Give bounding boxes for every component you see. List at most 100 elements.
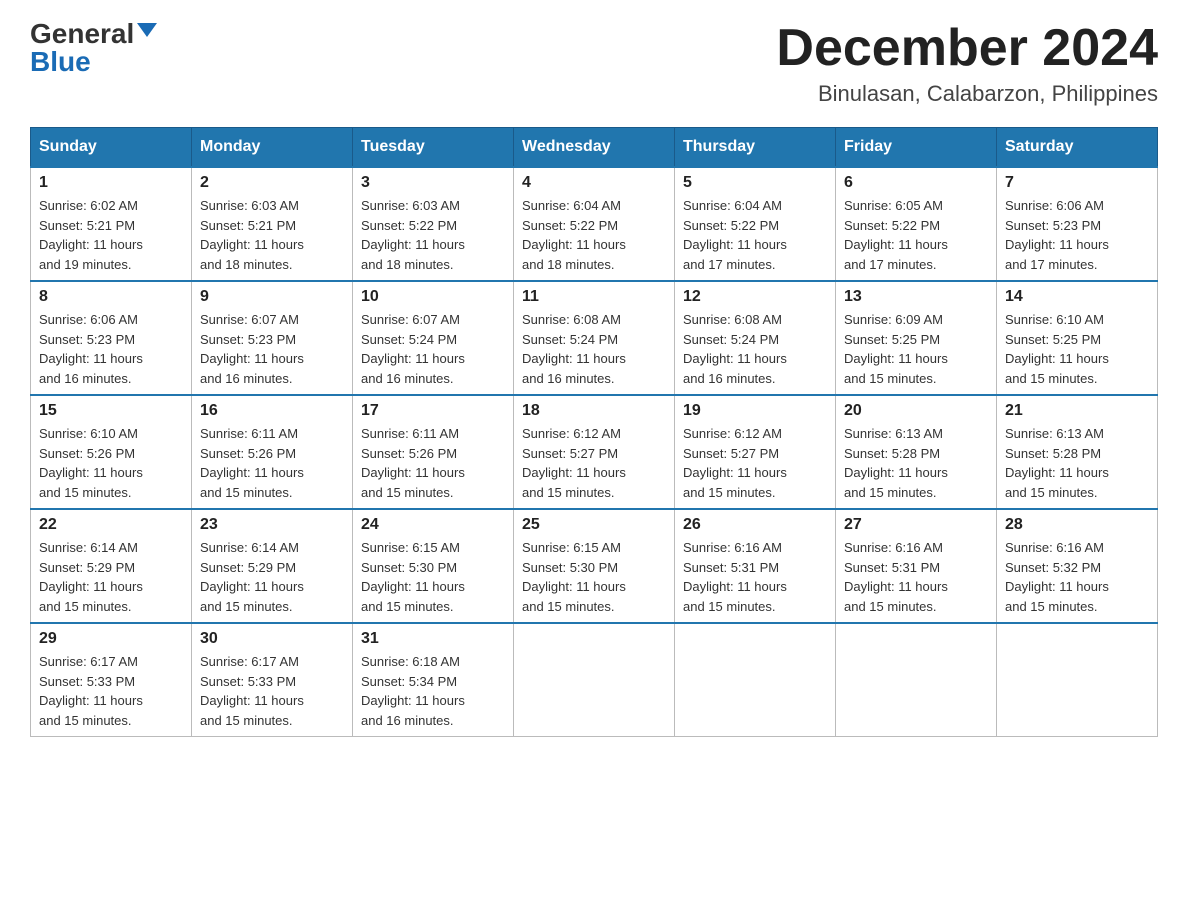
day-number: 12 bbox=[683, 288, 827, 306]
calendar-cell: 9 Sunrise: 6:07 AMSunset: 5:23 PMDayligh… bbox=[192, 281, 353, 395]
day-number: 9 bbox=[200, 288, 344, 306]
day-number: 5 bbox=[683, 174, 827, 192]
calendar-cell: 29 Sunrise: 6:17 AMSunset: 5:33 PMDaylig… bbox=[31, 623, 192, 737]
calendar-cell: 30 Sunrise: 6:17 AMSunset: 5:33 PMDaylig… bbox=[192, 623, 353, 737]
day-number: 30 bbox=[200, 630, 344, 648]
day-info: Sunrise: 6:10 AMSunset: 5:25 PMDaylight:… bbox=[1005, 312, 1109, 386]
day-info: Sunrise: 6:04 AMSunset: 5:22 PMDaylight:… bbox=[683, 198, 787, 272]
day-number: 15 bbox=[39, 402, 183, 420]
header-saturday: Saturday bbox=[997, 128, 1158, 168]
day-info: Sunrise: 6:11 AMSunset: 5:26 PMDaylight:… bbox=[200, 426, 304, 500]
day-number: 7 bbox=[1005, 174, 1149, 192]
calendar-cell: 15 Sunrise: 6:10 AMSunset: 5:26 PMDaylig… bbox=[31, 395, 192, 509]
day-info: Sunrise: 6:02 AMSunset: 5:21 PMDaylight:… bbox=[39, 198, 143, 272]
logo: General Blue bbox=[30, 20, 157, 76]
calendar-cell: 8 Sunrise: 6:06 AMSunset: 5:23 PMDayligh… bbox=[31, 281, 192, 395]
calendar-cell: 20 Sunrise: 6:13 AMSunset: 5:28 PMDaylig… bbox=[836, 395, 997, 509]
calendar-cell: 25 Sunrise: 6:15 AMSunset: 5:30 PMDaylig… bbox=[514, 509, 675, 623]
week-row-2: 8 Sunrise: 6:06 AMSunset: 5:23 PMDayligh… bbox=[31, 281, 1158, 395]
day-info: Sunrise: 6:08 AMSunset: 5:24 PMDaylight:… bbox=[522, 312, 626, 386]
calendar-cell bbox=[997, 623, 1158, 737]
day-info: Sunrise: 6:08 AMSunset: 5:24 PMDaylight:… bbox=[683, 312, 787, 386]
header-monday: Monday bbox=[192, 128, 353, 168]
day-number: 25 bbox=[522, 516, 666, 534]
day-info: Sunrise: 6:15 AMSunset: 5:30 PMDaylight:… bbox=[522, 540, 626, 614]
day-info: Sunrise: 6:17 AMSunset: 5:33 PMDaylight:… bbox=[39, 654, 143, 728]
header-tuesday: Tuesday bbox=[353, 128, 514, 168]
day-number: 26 bbox=[683, 516, 827, 534]
day-number: 1 bbox=[39, 174, 183, 192]
day-info: Sunrise: 6:18 AMSunset: 5:34 PMDaylight:… bbox=[361, 654, 465, 728]
day-info: Sunrise: 6:07 AMSunset: 5:23 PMDaylight:… bbox=[200, 312, 304, 386]
day-info: Sunrise: 6:17 AMSunset: 5:33 PMDaylight:… bbox=[200, 654, 304, 728]
day-number: 8 bbox=[39, 288, 183, 306]
day-info: Sunrise: 6:12 AMSunset: 5:27 PMDaylight:… bbox=[683, 426, 787, 500]
calendar-cell: 6 Sunrise: 6:05 AMSunset: 5:22 PMDayligh… bbox=[836, 167, 997, 281]
day-number: 18 bbox=[522, 402, 666, 420]
day-number: 20 bbox=[844, 402, 988, 420]
calendar-cell: 3 Sunrise: 6:03 AMSunset: 5:22 PMDayligh… bbox=[353, 167, 514, 281]
day-info: Sunrise: 6:15 AMSunset: 5:30 PMDaylight:… bbox=[361, 540, 465, 614]
day-number: 14 bbox=[1005, 288, 1149, 306]
day-number: 13 bbox=[844, 288, 988, 306]
calendar-cell: 26 Sunrise: 6:16 AMSunset: 5:31 PMDaylig… bbox=[675, 509, 836, 623]
title-area: December 2024 Binulasan, Calabarzon, Phi… bbox=[776, 20, 1158, 107]
day-number: 22 bbox=[39, 516, 183, 534]
day-info: Sunrise: 6:13 AMSunset: 5:28 PMDaylight:… bbox=[1005, 426, 1109, 500]
location-title: Binulasan, Calabarzon, Philippines bbox=[776, 81, 1158, 107]
day-number: 4 bbox=[522, 174, 666, 192]
day-info: Sunrise: 6:05 AMSunset: 5:22 PMDaylight:… bbox=[844, 198, 948, 272]
day-number: 19 bbox=[683, 402, 827, 420]
day-info: Sunrise: 6:06 AMSunset: 5:23 PMDaylight:… bbox=[39, 312, 143, 386]
calendar-cell: 21 Sunrise: 6:13 AMSunset: 5:28 PMDaylig… bbox=[997, 395, 1158, 509]
calendar-cell: 18 Sunrise: 6:12 AMSunset: 5:27 PMDaylig… bbox=[514, 395, 675, 509]
day-info: Sunrise: 6:06 AMSunset: 5:23 PMDaylight:… bbox=[1005, 198, 1109, 272]
day-info: Sunrise: 6:14 AMSunset: 5:29 PMDaylight:… bbox=[200, 540, 304, 614]
day-info: Sunrise: 6:03 AMSunset: 5:21 PMDaylight:… bbox=[200, 198, 304, 272]
calendar-table: SundayMondayTuesdayWednesdayThursdayFrid… bbox=[30, 127, 1158, 737]
calendar-cell: 11 Sunrise: 6:08 AMSunset: 5:24 PMDaylig… bbox=[514, 281, 675, 395]
logo-blue-text: Blue bbox=[30, 48, 91, 76]
day-number: 29 bbox=[39, 630, 183, 648]
calendar-cell: 16 Sunrise: 6:11 AMSunset: 5:26 PMDaylig… bbox=[192, 395, 353, 509]
calendar-cell: 28 Sunrise: 6:16 AMSunset: 5:32 PMDaylig… bbox=[997, 509, 1158, 623]
day-number: 31 bbox=[361, 630, 505, 648]
week-row-1: 1 Sunrise: 6:02 AMSunset: 5:21 PMDayligh… bbox=[31, 167, 1158, 281]
header-sunday: Sunday bbox=[31, 128, 192, 168]
day-info: Sunrise: 6:03 AMSunset: 5:22 PMDaylight:… bbox=[361, 198, 465, 272]
calendar-cell: 31 Sunrise: 6:18 AMSunset: 5:34 PMDaylig… bbox=[353, 623, 514, 737]
week-row-3: 15 Sunrise: 6:10 AMSunset: 5:26 PMDaylig… bbox=[31, 395, 1158, 509]
calendar-cell: 22 Sunrise: 6:14 AMSunset: 5:29 PMDaylig… bbox=[31, 509, 192, 623]
calendar-cell bbox=[514, 623, 675, 737]
day-info: Sunrise: 6:16 AMSunset: 5:31 PMDaylight:… bbox=[844, 540, 948, 614]
header-thursday: Thursday bbox=[675, 128, 836, 168]
calendar-cell: 12 Sunrise: 6:08 AMSunset: 5:24 PMDaylig… bbox=[675, 281, 836, 395]
logo-triangle-icon bbox=[137, 23, 157, 37]
day-info: Sunrise: 6:10 AMSunset: 5:26 PMDaylight:… bbox=[39, 426, 143, 500]
day-info: Sunrise: 6:11 AMSunset: 5:26 PMDaylight:… bbox=[361, 426, 465, 500]
day-info: Sunrise: 6:13 AMSunset: 5:28 PMDaylight:… bbox=[844, 426, 948, 500]
calendar-cell: 27 Sunrise: 6:16 AMSunset: 5:31 PMDaylig… bbox=[836, 509, 997, 623]
day-number: 2 bbox=[200, 174, 344, 192]
calendar-cell bbox=[836, 623, 997, 737]
day-info: Sunrise: 6:16 AMSunset: 5:32 PMDaylight:… bbox=[1005, 540, 1109, 614]
day-number: 6 bbox=[844, 174, 988, 192]
calendar-cell: 2 Sunrise: 6:03 AMSunset: 5:21 PMDayligh… bbox=[192, 167, 353, 281]
day-number: 28 bbox=[1005, 516, 1149, 534]
header-wednesday: Wednesday bbox=[514, 128, 675, 168]
day-info: Sunrise: 6:09 AMSunset: 5:25 PMDaylight:… bbox=[844, 312, 948, 386]
calendar-cell: 19 Sunrise: 6:12 AMSunset: 5:27 PMDaylig… bbox=[675, 395, 836, 509]
day-info: Sunrise: 6:16 AMSunset: 5:31 PMDaylight:… bbox=[683, 540, 787, 614]
calendar-cell: 1 Sunrise: 6:02 AMSunset: 5:21 PMDayligh… bbox=[31, 167, 192, 281]
calendar-cell: 13 Sunrise: 6:09 AMSunset: 5:25 PMDaylig… bbox=[836, 281, 997, 395]
week-row-4: 22 Sunrise: 6:14 AMSunset: 5:29 PMDaylig… bbox=[31, 509, 1158, 623]
day-info: Sunrise: 6:14 AMSunset: 5:29 PMDaylight:… bbox=[39, 540, 143, 614]
day-info: Sunrise: 6:07 AMSunset: 5:24 PMDaylight:… bbox=[361, 312, 465, 386]
day-number: 10 bbox=[361, 288, 505, 306]
calendar-cell: 4 Sunrise: 6:04 AMSunset: 5:22 PMDayligh… bbox=[514, 167, 675, 281]
day-number: 16 bbox=[200, 402, 344, 420]
day-info: Sunrise: 6:12 AMSunset: 5:27 PMDaylight:… bbox=[522, 426, 626, 500]
day-number: 3 bbox=[361, 174, 505, 192]
month-title: December 2024 bbox=[776, 20, 1158, 77]
calendar-cell: 14 Sunrise: 6:10 AMSunset: 5:25 PMDaylig… bbox=[997, 281, 1158, 395]
